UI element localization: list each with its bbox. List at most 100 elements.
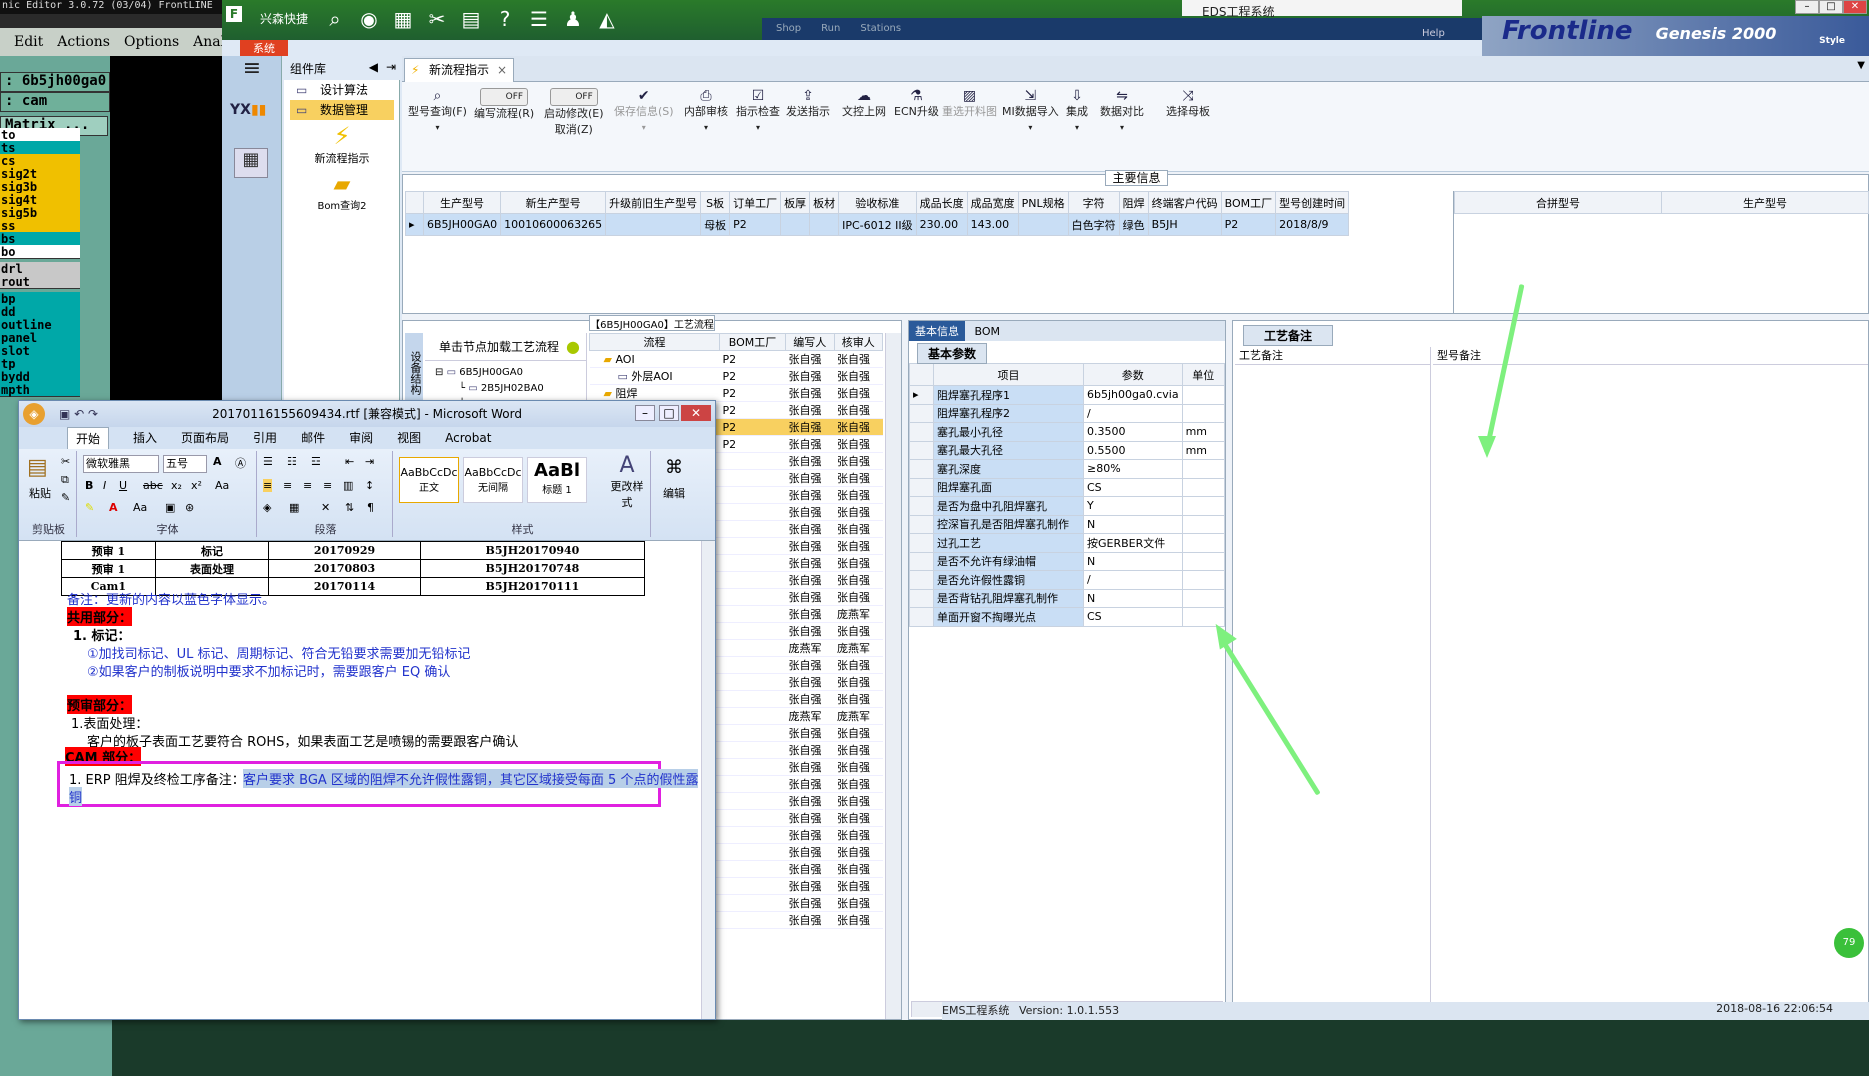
clear-format-icon[interactable]: Ⓐ: [235, 455, 246, 471]
grid-icon[interactable]: ▦: [390, 6, 416, 32]
nav-data-mgmt[interactable]: ▭ 数据管理: [290, 100, 394, 120]
word-scrollbar[interactable]: [701, 541, 715, 1019]
font-color-icon[interactable]: A: [109, 501, 118, 514]
layer-row[interactable]: bs: [0, 232, 80, 246]
close-icon[interactable]: ×: [497, 59, 507, 81]
highlight-icon[interactable]: ✎: [85, 501, 94, 514]
numbering-icon[interactable]: ☷: [287, 455, 297, 468]
style-swatch[interactable]: AaBbCcDc 无间隔: [463, 457, 523, 503]
ribbon-button[interactable]: OFF 启动修改(E) 取消(Z): [544, 88, 604, 138]
step-name-field[interactable]: : cam: [0, 92, 110, 112]
show-marks-icon[interactable]: ¶: [367, 501, 374, 514]
edit-label[interactable]: 编辑: [663, 485, 685, 501]
param-value[interactable]: N: [1083, 514, 1183, 534]
menu-stations[interactable]: Stations: [860, 18, 901, 40]
word-tab[interactable]: 引用: [253, 427, 277, 449]
param-value[interactable]: N: [1083, 588, 1183, 608]
chevron-down-icon[interactable]: ▾: [614, 120, 674, 136]
multilevel-icon[interactable]: ☲: [311, 455, 321, 468]
ribbon-button[interactable]: ⤨ 选择母板: [1166, 88, 1210, 120]
align-right-icon[interactable]: ≡: [303, 479, 312, 492]
binoculars-icon[interactable]: ⌘: [665, 457, 683, 478]
line-spacing-icon[interactable]: ↕: [365, 479, 374, 492]
borders-icon[interactable]: ▦: [289, 501, 299, 514]
layer-row[interactable]: sig2t: [0, 167, 80, 181]
word-minimize-button[interactable]: –: [635, 405, 655, 421]
calculator-icon[interactable]: ▦: [234, 148, 268, 178]
param-row[interactable]: 塞孔最小孔径 0.3500 mm: [909, 422, 1226, 442]
menu-edit[interactable]: Edit: [14, 34, 43, 50]
chevron-down-icon[interactable]: ▾: [736, 120, 780, 136]
param-row[interactable]: 塞孔最大孔径 0.5500 mm: [909, 440, 1226, 460]
tab-basic-info[interactable]: 基本信息: [909, 321, 965, 341]
toggle-switch[interactable]: OFF: [549, 88, 598, 106]
param-value[interactable]: 6b5jh00ga0.cvia: [1083, 385, 1183, 405]
tree-node[interactable]: └ ▭ 2B5JH02BA0: [435, 381, 586, 397]
change-styles-button[interactable]: A 更改样式: [607, 453, 647, 510]
increase-indent-icon[interactable]: ⇥: [365, 455, 374, 468]
layer-row[interactable]: ss: [0, 219, 80, 233]
layer-row[interactable]: bo: [0, 245, 80, 259]
word-tab[interactable]: 插入: [133, 427, 157, 449]
chevron-left-icon[interactable]: ◀: [369, 60, 378, 74]
flow-scrollbar[interactable]: [885, 333, 901, 1019]
layer-row[interactable]: bydd: [0, 370, 80, 384]
scissors-icon[interactable]: ✂: [424, 6, 450, 32]
job-name-field[interactable]: : 6b5jh00ga0: [0, 72, 110, 92]
style-swatch[interactable]: AaBbCcDc 正文: [399, 457, 459, 503]
layer-row[interactable]: to: [0, 128, 80, 142]
layer-row[interactable]: slot: [0, 344, 80, 358]
close-button[interactable]: ✕: [1843, 0, 1867, 14]
layer-row[interactable]: panel: [0, 331, 80, 345]
param-row[interactable]: 是否为盘中孔阻焊塞孔 Y: [909, 496, 1226, 516]
param-row[interactable]: 是否不允许有绿油帽 N: [909, 551, 1226, 571]
user-icon[interactable]: ♟: [560, 6, 586, 32]
param-row[interactable]: 是否允许假性露铜 /: [909, 570, 1226, 590]
word-tab[interactable]: 邮件: [301, 427, 325, 449]
chevron-down-icon[interactable]: ▼: [1857, 60, 1865, 71]
cut-icon[interactable]: ✂: [61, 455, 70, 468]
shading-icon[interactable]: ◈: [263, 501, 271, 514]
ribbon-button[interactable]: ⚗ ECN升级: [894, 88, 939, 120]
align-left-icon[interactable]: ≡: [263, 479, 273, 492]
menu-shop[interactable]: Shop: [776, 18, 801, 40]
ribbon-button[interactable]: ☁ 文控上网: [842, 88, 886, 120]
ribbon-button[interactable]: ⇲ MI数据导入 ▾: [1002, 88, 1059, 136]
model-note-col[interactable]: 型号备注: [1433, 347, 1868, 1019]
ribbon-button[interactable]: ⇪ 发送指示: [786, 88, 830, 120]
ribbon-button[interactable]: ☑ 指示检查 ▾: [736, 88, 780, 136]
layer-row[interactable]: sig5b: [0, 206, 80, 220]
param-value[interactable]: 按GERBER文件: [1083, 533, 1183, 553]
tab-new-process[interactable]: ⚡ 新流程指示 ×: [404, 58, 514, 82]
italic-icon[interactable]: I: [103, 479, 106, 492]
menu-help[interactable]: Help: [1422, 28, 1445, 39]
hamburger-icon[interactable]: ≡: [236, 56, 268, 81]
strikethrough-icon[interactable]: abc: [143, 479, 163, 492]
grow-font-icon[interactable]: A: [213, 455, 222, 468]
char-shading-icon[interactable]: ▣: [165, 501, 175, 514]
distribute-icon[interactable]: ▥: [343, 479, 353, 492]
ribbon-button[interactable]: ✔ 保存信息(S) ▾: [614, 88, 674, 136]
nav-design-algo[interactable]: ▭ 设计算法: [290, 80, 394, 100]
param-row[interactable]: 控深盲孔是否阻焊塞孔制作 N: [909, 514, 1226, 534]
chevron-down-icon[interactable]: ▾: [1100, 120, 1144, 136]
tree-node[interactable]: ⊟ ▭ 6B5JH00GA0: [435, 365, 586, 381]
film-icon[interactable]: ▤: [458, 6, 484, 32]
chevron-down-icon[interactable]: ▾: [1002, 120, 1059, 136]
toggle-switch[interactable]: OFF: [480, 88, 529, 106]
font-size-select[interactable]: 五号: [163, 455, 207, 473]
param-value[interactable]: 0.3500: [1083, 422, 1183, 442]
list-icon[interactable]: ☰: [526, 6, 552, 32]
align-center-icon[interactable]: ≡: [283, 479, 292, 492]
layer-row[interactable]: mpth: [0, 383, 80, 397]
param-row[interactable]: 过孔工艺 按GERBER文件: [909, 533, 1226, 553]
superscript-icon[interactable]: x²: [191, 479, 202, 492]
paste-icon[interactable]: ▤: [27, 455, 48, 480]
bom-query-tile[interactable]: ▰ Bom查询2: [304, 172, 380, 218]
param-value[interactable]: N: [1083, 551, 1183, 571]
word-maximize-button[interactable]: □: [659, 405, 679, 421]
layer-row[interactable]: rout: [0, 275, 80, 289]
table-row[interactable]: ▸ 6B5JH00GA0 10010600063265 母板 P2 IPC-6012 II…: [405, 213, 1350, 236]
param-value[interactable]: CS: [1083, 607, 1183, 627]
param-value[interactable]: /: [1083, 570, 1183, 590]
